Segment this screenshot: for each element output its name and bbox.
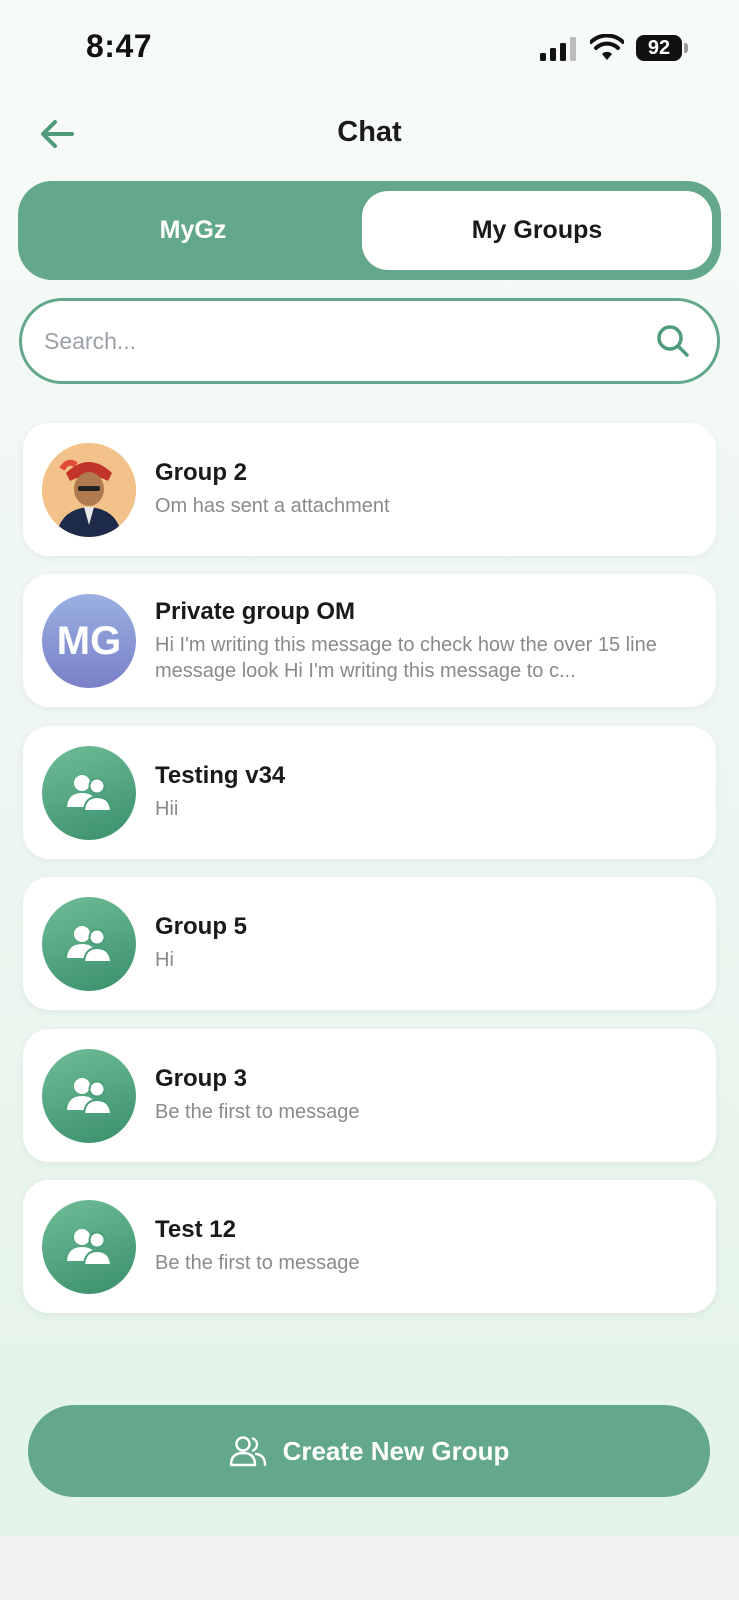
search-input[interactable] [44,301,624,381]
create-new-group-button[interactable]: Create New Group [28,1405,710,1497]
group-avatar [42,1200,136,1294]
last-message: Be the first to message [155,1101,360,1123]
last-message: Be the first to message [155,1252,360,1274]
users-icon [67,1229,113,1266]
group-list-item[interactable]: Group 5 Hi [23,877,716,1010]
last-message: Hii [155,798,179,820]
battery-tip [684,43,688,53]
page-title: Chat [337,116,402,148]
status-bar: 8:47 92 [0,0,739,100]
tab-bar: MyGz My Groups [18,181,721,280]
group-name: Testing v34 [155,762,286,789]
last-message: Hi I'm writing this message to check how… [155,634,657,682]
search-icon[interactable] [655,323,691,359]
avatar [42,443,136,537]
group-list-item[interactable]: Group 3 Be the first to message [23,1029,716,1162]
home-indicator-area [0,1536,739,1600]
tab-mygz[interactable]: MyGz [18,181,368,280]
avatar-initials: MG [42,594,136,688]
search-bar [19,298,720,384]
users-icon [67,1078,113,1115]
last-message: Om has sent a attachment [155,495,390,517]
group-avatar [42,897,136,991]
battery-indicator: 92 [636,35,682,61]
create-new-group-label: Create New Group [282,1435,510,1466]
group-list-item[interactable]: Group 2 Om has sent a attachment [23,423,716,556]
cellular-signal-icon [540,37,576,61]
users-icon [67,926,113,963]
group-list-item[interactable]: MG Private group OM Hi I'm writing this … [23,574,716,707]
last-message: Hi [155,949,174,971]
group-name: Private group OM [155,598,356,625]
group-name: Group 2 [155,459,248,486]
profile-photo-icon [42,443,136,537]
group-name: Test 12 [155,1216,236,1243]
group-list-item[interactable]: Testing v34 Hii [23,726,716,859]
users-outline-icon [229,1436,266,1467]
status-time: 8:47 [86,28,153,64]
group-avatar [42,746,136,840]
tab-my-groups[interactable]: My Groups [362,191,712,270]
wifi-icon [590,34,624,60]
group-list-item[interactable]: Test 12 Be the first to message [23,1180,716,1313]
group-name: Group 3 [155,1065,248,1092]
group-avatar [42,1049,136,1143]
users-icon [67,775,113,812]
group-name: Group 5 [155,913,248,940]
